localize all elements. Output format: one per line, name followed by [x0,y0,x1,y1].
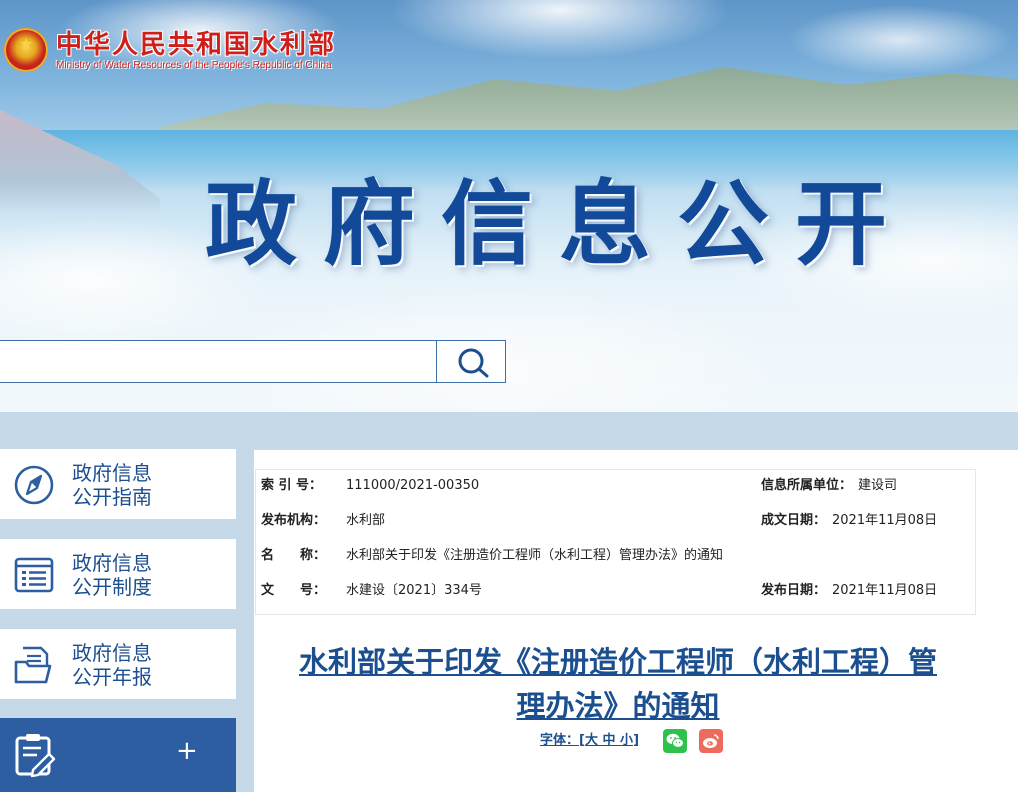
divider-strip [0,412,1018,450]
meta-row: 索 引 号： 111000/2021-00350 信息所属单位： 建设司 [256,476,977,496]
logo-text: 中华人民共和国水利部 Ministry of Water Resources o… [56,30,336,71]
label-line: 公开年报 [72,665,152,689]
compass-icon [14,465,54,505]
expand-toggle: + [176,736,198,766]
font-medium-button[interactable]: 中 [603,733,616,748]
document-meta-table: 索 引 号： 111000/2021-00350 信息所属单位： 建设司 发布机… [255,469,976,615]
article-title: 水利部关于印发《注册造价工程师（水利工程）管 理办法》的通知 [258,640,978,728]
font-small-button[interactable]: 小 [620,733,633,748]
meta-name-value: 水利部关于印发《注册造价工程师（水利工程）管理办法》的通知 [346,548,724,563]
label-line: 政府信息 [72,641,152,665]
sidebar-item-label: 政府信息 公开指南 [72,461,182,509]
font-size-bracket: ] [633,733,640,748]
meta-dept-label: 信息所属单位： [761,478,853,493]
header-banner: 中华人民共和国水利部 Ministry of Water Resources o… [0,0,1018,412]
sidebar-item-label: 政府信息 公开年报 [72,641,182,689]
search-icon [458,348,489,378]
banner-title: 政府信息公开 [205,171,914,278]
label-line: 公开指南 [72,485,152,509]
sidebar-item-label: 政府信息 公开制度 [72,551,182,599]
meta-published-label: 发布日期： [761,583,827,598]
meta-row: 发布机构： 水利部 成文日期： 2021年11月08日 [256,511,977,531]
meta-index-value: 111000/2021-00350 [346,478,480,493]
wechat-icon [666,733,684,748]
meta-published-value: 2021年11月08日 [832,583,938,598]
org-name-en: Ministry of Water Resources of the Peopl… [56,59,332,71]
national-emblem-icon [4,28,48,72]
search-box [0,340,506,383]
sidebar-item-report[interactable]: 政府信息 公开年报 [0,629,236,699]
label-line: 政府信息 [72,551,152,575]
sidebar-item-expandable[interactable]: + [0,718,236,792]
list-icon [14,557,54,593]
meta-docno-label: 文 号： [261,583,327,598]
label-line: 公开制度 [72,575,152,599]
sidebar-item-system[interactable]: 政府信息 公开制度 [0,539,236,609]
article-title-line: 水利部关于印发《注册造价工程师（水利工程）管 [298,645,937,679]
meta-docno-value: 水建设〔2021〕334号 [346,583,482,598]
share-wechat-button[interactable] [663,729,687,753]
meta-row: 名 称： 水利部关于印发《注册造价工程师（水利工程）管理办法》的通知 [256,546,977,566]
article-title-line: 理办法》的通知 [516,689,720,723]
label-line: 政府信息 [72,461,152,485]
folder-icon [14,646,52,684]
font-size-label: 字体：[ [540,733,585,748]
meta-index-label: 索 引 号： [261,478,323,493]
org-name-cn: 中华人民共和国水利部 [56,29,337,60]
search-button[interactable] [436,341,504,382]
meta-issuer-label: 发布机构： [261,513,327,528]
share-weibo-button[interactable] [699,729,723,753]
meta-created-label: 成文日期： [761,513,827,528]
weibo-icon [703,734,719,748]
meta-created-value: 2021年11月08日 [832,513,938,528]
meta-dept-value: 建设司 [858,478,898,493]
sidebar-item-guide[interactable]: 政府信息 公开指南 [0,449,236,519]
font-large-button[interactable]: 大 [585,733,598,748]
site-logo[interactable]: 中华人民共和国水利部 Ministry of Water Resources o… [4,28,336,72]
meta-issuer-value: 水利部 [346,513,386,528]
meta-name-label: 名 称： [261,548,327,563]
search-input[interactable] [0,341,436,382]
meta-row: 文 号： 水建设〔2021〕334号 发布日期： 2021年11月08日 [256,581,977,601]
clipboard-edit-icon [15,734,56,778]
font-size-control: 字体：[大 中 小] [540,731,639,751]
